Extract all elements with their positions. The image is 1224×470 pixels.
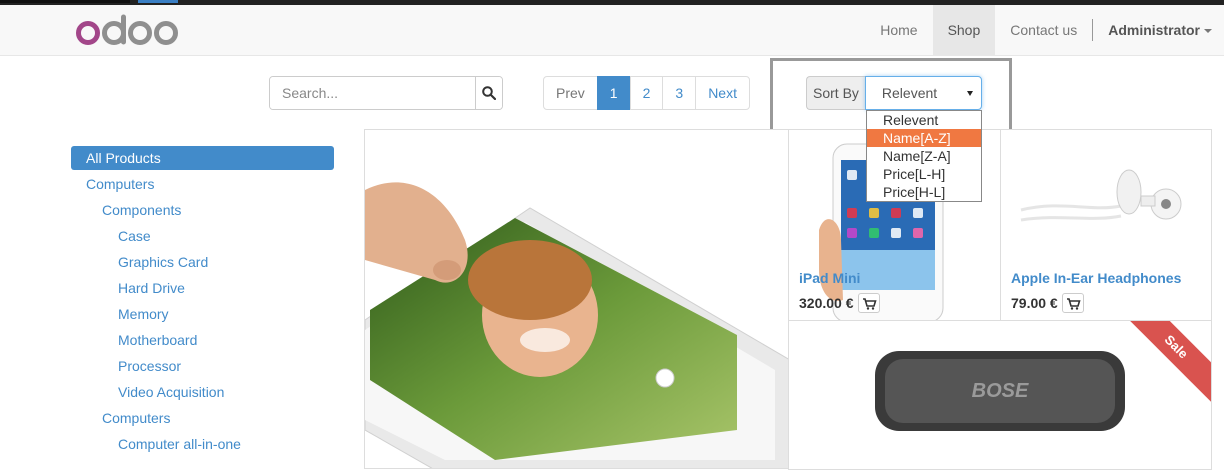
speaker-image: BOSE bbox=[875, 351, 1125, 431]
pager-page-1[interactable]: 1 bbox=[596, 76, 631, 110]
pager-prev[interactable]: Prev bbox=[543, 76, 598, 110]
pagination: Prev 1 2 3 Next bbox=[543, 76, 750, 110]
category-item[interactable]: Processor bbox=[71, 354, 334, 380]
dropdown-arrow-icon bbox=[966, 91, 973, 96]
sort-option[interactable]: Price[L-H] bbox=[867, 165, 981, 183]
cart-icon bbox=[1066, 298, 1081, 310]
nav-contact-us[interactable]: Contact us bbox=[995, 5, 1092, 55]
product-card-featured[interactable] bbox=[364, 129, 789, 469]
search-button[interactable] bbox=[475, 77, 502, 109]
caret-down-icon bbox=[1204, 29, 1212, 34]
category-sidebar: All Products Computers Components Case G… bbox=[71, 146, 334, 458]
product-card-headphones[interactable]: Apple In-Ear Headphones 79.00 € bbox=[1000, 129, 1212, 321]
pager-page-2[interactable]: 2 bbox=[629, 76, 664, 110]
sort-by-label: Sort By bbox=[806, 76, 865, 110]
sort-option[interactable]: Name[Z-A] bbox=[867, 147, 981, 165]
add-to-cart-button[interactable] bbox=[1061, 293, 1084, 313]
sort-option[interactable]: Name[A-Z] bbox=[867, 129, 981, 147]
product-card-speaker[interactable]: BOSE Sale bbox=[788, 320, 1212, 470]
category-item[interactable]: Graphics Card bbox=[71, 250, 334, 276]
category-item[interactable]: Motherboard bbox=[71, 328, 334, 354]
ipad-image bbox=[365, 182, 788, 468]
nav-shop[interactable]: Shop bbox=[932, 5, 996, 55]
headphones-image bbox=[1020, 169, 1182, 222]
user-name: Administrator bbox=[1108, 22, 1200, 38]
cart-icon bbox=[862, 298, 877, 310]
category-item[interactable]: Computer all-in-one bbox=[71, 432, 334, 458]
sort-option[interactable]: Relevent bbox=[867, 111, 981, 129]
category-item[interactable]: Computers bbox=[71, 172, 334, 198]
product-price: 320.00 € bbox=[799, 295, 854, 311]
product-price-row: 320.00 € bbox=[799, 293, 880, 313]
product-price-row: 79.00 € bbox=[1011, 293, 1084, 313]
search-icon bbox=[482, 86, 496, 100]
product-price: 79.00 € bbox=[1011, 295, 1058, 311]
product-grid: iPad Mini 320.00 € Apple In-Ear Headphon… bbox=[364, 129, 1212, 470]
category-item[interactable]: Case bbox=[71, 224, 334, 250]
sort-dropdown-list: Relevent Name[A-Z] Name[Z-A] Price[L-H] … bbox=[866, 110, 982, 202]
pager-page-3[interactable]: 3 bbox=[662, 76, 697, 110]
user-menu[interactable]: Administrator bbox=[1093, 5, 1224, 55]
navbar: Home Shop Contact us Administrator bbox=[0, 5, 1224, 56]
product-name[interactable]: Apple In-Ear Headphones bbox=[1011, 270, 1181, 286]
sort-by-control: Sort By Relevent bbox=[806, 76, 982, 110]
category-item[interactable]: Memory bbox=[71, 302, 334, 328]
search-input[interactable] bbox=[270, 77, 475, 109]
odoo-logo[interactable] bbox=[74, 13, 184, 49]
main-nav: Home Shop Contact us Administrator bbox=[865, 5, 1224, 55]
svg-text:BOSE: BOSE bbox=[972, 380, 1029, 402]
category-all-products[interactable]: All Products bbox=[71, 146, 334, 170]
product-name[interactable]: iPad Mini bbox=[799, 270, 860, 286]
category-item[interactable]: Components bbox=[71, 198, 334, 224]
category-item[interactable]: Computers bbox=[71, 406, 334, 432]
sort-select[interactable]: Relevent bbox=[864, 76, 982, 110]
nav-home[interactable]: Home bbox=[865, 5, 932, 55]
sort-option[interactable]: Price[H-L] bbox=[867, 183, 981, 201]
category-item[interactable]: Video Acquisition bbox=[71, 380, 334, 406]
add-to-cart-button[interactable] bbox=[857, 293, 880, 313]
category-item[interactable]: Hard Drive bbox=[71, 276, 334, 302]
pager-next[interactable]: Next bbox=[695, 76, 750, 110]
search-box bbox=[269, 76, 503, 110]
sort-selected-value: Relevent bbox=[881, 85, 938, 101]
